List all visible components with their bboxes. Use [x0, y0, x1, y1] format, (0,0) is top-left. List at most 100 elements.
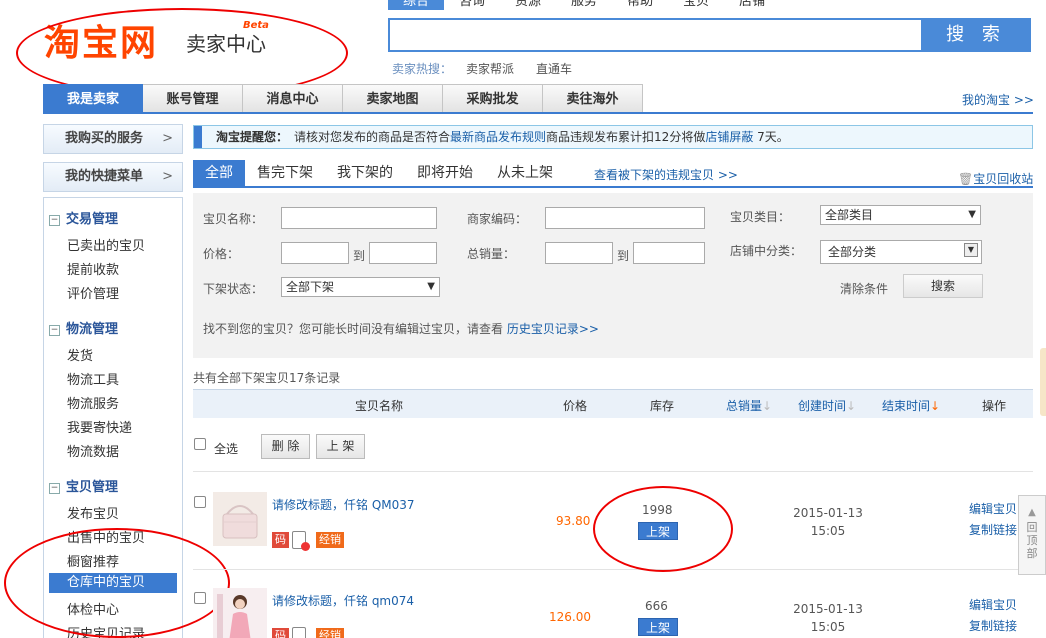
list-button[interactable]: 上 架 — [316, 434, 365, 459]
search-input[interactable] — [388, 18, 923, 52]
search-tab[interactable]: 宝贝 — [668, 0, 724, 10]
sidebar-item[interactable]: 物流工具 — [67, 369, 119, 388]
select-all-checkbox[interactable] — [194, 438, 206, 450]
sidebar-item[interactable]: 我要寄快递 — [67, 417, 132, 436]
rules-link[interactable]: 最新商品发布规则 — [450, 130, 546, 144]
search-tab[interactable]: 服务 — [556, 0, 612, 10]
sort-arrow-icon: ↓ — [930, 399, 941, 413]
field-label: 下架状态： — [203, 282, 264, 296]
sidebar-item[interactable]: 评价管理 — [67, 283, 119, 302]
shop-category-select[interactable]: 全部分类 ▼ — [820, 240, 982, 264]
tab-never-listed[interactable]: 从未上架 — [485, 160, 565, 186]
hot-link[interactable]: 卖家帮派 — [466, 60, 514, 77]
product-title-link[interactable]: 请修改标题，仟铭 QM037 — [272, 496, 415, 513]
hot-link[interactable]: 直通车 — [536, 60, 572, 77]
sidebar-item[interactable]: 发布宝贝 — [67, 503, 119, 522]
trash-icon: 🗑 — [958, 172, 974, 186]
edit-item-link[interactable]: 编辑宝贝 — [969, 596, 1017, 614]
copy-link[interactable]: 复制链接 — [969, 521, 1017, 539]
distribution-tag: 经销 — [316, 628, 344, 638]
product-title-link[interactable]: 请修改标题，仟铭 qm074 — [272, 592, 414, 609]
col-price: 价格 — [563, 399, 588, 413]
copy-link[interactable]: 复制链接 — [969, 617, 1017, 635]
tab-delisted-by-me[interactable]: 我下架的 — [325, 160, 405, 186]
sidebar-item[interactable]: 发货 — [67, 345, 93, 364]
tab-upcoming[interactable]: 即将开始 — [405, 160, 485, 186]
mobile-icon — [292, 531, 310, 551]
nav-item-wholesale[interactable]: 采购批发 — [443, 84, 543, 113]
price-min-input[interactable] — [281, 242, 349, 264]
sidebar-item[interactable]: 物流数据 — [67, 441, 119, 460]
hot-searches: 卖家热搜： 卖家帮派 直通车 — [392, 60, 572, 77]
sidebar-item[interactable]: 物流服务 — [67, 393, 119, 412]
side-feedback-tab[interactable] — [1040, 348, 1046, 416]
record-count: 共有全部下架宝贝17条记录 — [193, 371, 341, 385]
model-image — [213, 588, 267, 638]
mobile-icon — [292, 627, 306, 638]
chevron-right-icon: > — [162, 131, 173, 146]
price-max-input[interactable] — [369, 242, 437, 264]
edit-item-link[interactable]: 编辑宝贝 — [969, 500, 1017, 518]
merchant-code-input[interactable] — [545, 207, 705, 229]
violation-items-link[interactable]: 查看被下架的违规宝贝 >> — [594, 166, 738, 183]
field-label: 价格： — [203, 247, 240, 261]
hint-text: 找不到您的宝贝？您可能长时间没有编辑过宝贝，请查看 — [203, 322, 504, 336]
nav-item-seller-map[interactable]: 卖家地图 — [343, 84, 443, 113]
select-value: 全部分类 — [828, 245, 877, 259]
field-label: 店铺中分类： — [730, 244, 803, 258]
category-select[interactable]: 全部类目 ▼ — [820, 205, 981, 225]
my-taobao-link[interactable]: 我的淘宝 >> — [962, 91, 1034, 108]
collapse-icon[interactable]: − — [49, 325, 60, 336]
product-thumbnail[interactable] — [213, 588, 267, 638]
tab-sold-out[interactable]: 售完下架 — [245, 160, 325, 186]
back-to-top-button[interactable]: ▲ 回顶部 — [1018, 495, 1046, 575]
sales-min-input[interactable] — [545, 242, 613, 264]
col-sales-sort[interactable]: 总销量↓ — [726, 397, 772, 414]
purchased-services-button[interactable]: 我购买的服务 > — [43, 124, 183, 154]
tabs-divider — [193, 186, 1033, 188]
filter-panel: 宝贝名称： 商家编码： 宝贝类目： 全部类目 ▼ 价格： 到 总销量： 到 店铺中… — [193, 193, 1033, 358]
list-item-button[interactable]: 上架 — [638, 618, 678, 636]
sales-max-input[interactable] — [633, 242, 705, 264]
filter-search-button[interactable]: 搜索 — [903, 274, 983, 298]
sort-arrow-icon: ↓ — [846, 399, 857, 413]
search-tab[interactable]: 资源 — [500, 0, 556, 10]
collapse-icon[interactable]: − — [49, 215, 60, 226]
row-checkbox[interactable] — [194, 496, 206, 508]
dropdown-arrow-icon: ▼ — [964, 243, 978, 257]
search-button[interactable]: 搜 索 — [921, 18, 1031, 52]
sidebar-item[interactable]: 提前收款 — [67, 259, 119, 278]
search-tab[interactable]: 咨询 — [444, 0, 500, 10]
tab-all[interactable]: 全部 — [193, 160, 245, 186]
nav-item-seller[interactable]: 我是卖家 — [43, 84, 143, 113]
recycle-bin-link[interactable]: 🗑宝贝回收站 — [958, 170, 1033, 187]
section-trade[interactable]: − 交易管理 — [49, 208, 118, 227]
distribution-tag: 经销 — [316, 532, 344, 548]
product-thumbnail[interactable] — [213, 492, 267, 546]
col-ended-sort[interactable]: 结束时间↓ — [882, 397, 940, 414]
field-label: 总销量： — [467, 247, 516, 261]
nav-item-overseas[interactable]: 卖往海外 — [543, 84, 643, 113]
delete-button[interactable]: 删 除 — [261, 434, 310, 459]
shortcut-menu-button[interactable]: 我的快捷菜单 > — [43, 162, 183, 192]
row-checkbox[interactable] — [194, 592, 206, 604]
nav-item-account[interactable]: 账号管理 — [143, 84, 243, 113]
notice-bar: 淘宝提醒您： 请核对您发布的商品是否符合最新商品发布规则商品违规发布累计扣12分将… — [193, 125, 1033, 149]
history-link[interactable]: 历史宝贝记录>> — [507, 322, 599, 336]
delist-status-select[interactable]: 全部下架 ▼ — [281, 277, 440, 297]
sidebar-item[interactable]: 已卖出的宝贝 — [67, 235, 145, 254]
history-hint: 找不到您的宝贝？您可能长时间没有编辑过宝贝，请查看 历史宝贝记录>> — [203, 320, 599, 337]
search-tab[interactable]: 店铺 — [724, 0, 780, 10]
collapse-icon[interactable]: − — [49, 483, 60, 494]
item-name-input[interactable] — [281, 207, 437, 229]
search-tab[interactable]: 综合 — [388, 0, 445, 10]
clear-filters-link[interactable]: 清除条件 — [840, 280, 888, 297]
main-nav: 我是卖家 账号管理 消息中心 卖家地图 采购批发 卖往海外 — [43, 84, 643, 113]
col-created-sort[interactable]: 创建时间↓ — [798, 397, 856, 414]
section-items[interactable]: − 宝贝管理 — [49, 476, 118, 495]
nav-item-messages[interactable]: 消息中心 — [243, 84, 343, 113]
search-tab[interactable]: 帮助 — [612, 0, 668, 10]
handbag-image — [213, 492, 267, 546]
section-logistics[interactable]: − 物流管理 — [49, 318, 118, 337]
shop-block-link[interactable]: 店铺屏蔽 — [705, 130, 753, 144]
